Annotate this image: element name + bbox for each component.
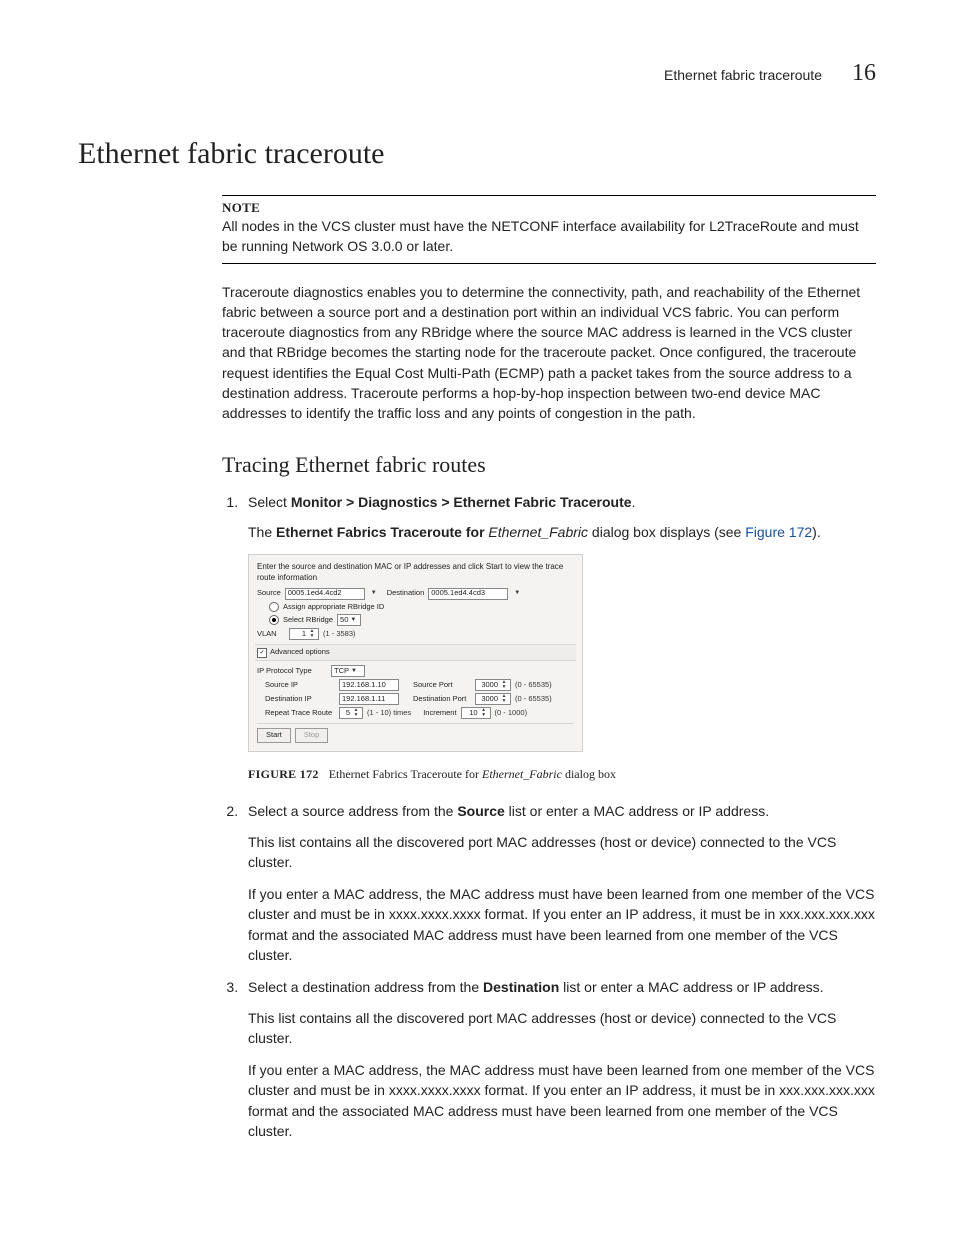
vlan-spinner[interactable]: 1▲▼ xyxy=(289,628,319,640)
step3-p2: If you enter a MAC address, the MAC addr… xyxy=(248,1060,876,1141)
dest-port-label: Destination Port xyxy=(413,694,471,705)
step1-post: . xyxy=(632,494,636,510)
repeat-spinner[interactable]: 5▲▼ xyxy=(339,707,363,719)
source-port-range: (0 - 65535) xyxy=(515,680,552,691)
assign-rbridge-radio[interactable] xyxy=(269,602,279,612)
select-rbridge-combo[interactable]: 50▼ xyxy=(337,614,361,626)
traceroute-dialog: Enter the source and destination MAC or … xyxy=(248,554,583,752)
step1-result: The Ethernet Fabrics Traceroute for Ethe… xyxy=(248,522,876,542)
note-head: NOTE xyxy=(222,200,876,216)
dest-port-range: (0 - 65535) xyxy=(515,694,552,705)
destination-label: Destination xyxy=(387,588,425,599)
page-content: Ethernet fabric traceroute 16 Ethernet f… xyxy=(0,0,954,1213)
chevron-down-icon[interactable]: ▼ xyxy=(371,589,377,597)
protocol-label: IP Protocol Type xyxy=(257,666,327,677)
step-1: Select Monitor > Diagnostics > Ethernet … xyxy=(242,492,876,784)
vlan-range: (1 - 3583) xyxy=(323,629,356,640)
advanced-label: Advanced options xyxy=(270,647,330,658)
figure-caption: FIGURE 172 Ethernet Fabrics Traceroute f… xyxy=(248,766,876,783)
section-title: Ethernet fabric traceroute xyxy=(78,137,876,171)
chapter-number: 16 xyxy=(852,60,876,87)
stop-button[interactable]: Stop xyxy=(295,728,328,743)
dest-port-spinner[interactable]: 3000▲▼ xyxy=(475,693,511,705)
chevron-down-icon[interactable]: ▼ xyxy=(514,589,520,597)
step1-pre: Select xyxy=(248,494,291,510)
start-button[interactable]: Start xyxy=(257,728,291,743)
figure-xref[interactable]: Figure 172 xyxy=(745,524,812,540)
repeat-label: Repeat Trace Route xyxy=(257,708,335,719)
destination-combo[interactable]: 0005.1ed4.4cd3 xyxy=(428,588,508,600)
running-head: Ethernet fabric traceroute 16 xyxy=(78,60,876,87)
subsection-title: Tracing Ethernet fabric routes xyxy=(222,452,876,478)
dest-ip-input[interactable]: 192.168.1.11 xyxy=(339,693,399,705)
note-body: All nodes in the VCS cluster must have t… xyxy=(222,216,876,257)
running-title: Ethernet fabric traceroute xyxy=(664,67,822,83)
source-ip-input[interactable]: 192.168.1.10 xyxy=(339,679,399,691)
source-label: Source xyxy=(257,588,281,599)
source-combo[interactable]: 0005.1ed4.4cd2 xyxy=(285,588,365,600)
source-port-label: Source Port xyxy=(413,680,471,691)
protocol-combo[interactable]: TCP▼ xyxy=(331,665,365,677)
step2-p2: If you enter a MAC address, the MAC addr… xyxy=(248,884,876,965)
dest-ip-label: Destination IP xyxy=(257,694,335,705)
select-rbridge-label: Select RBridge xyxy=(283,615,333,626)
source-port-spinner[interactable]: 3000▲▼ xyxy=(475,679,511,691)
note-block: NOTE All nodes in the VCS cluster must h… xyxy=(222,195,876,264)
step-2: Select a source address from the Source … xyxy=(242,801,876,965)
step3-p1: This list contains all the discovered po… xyxy=(248,1008,876,1049)
body-column: NOTE All nodes in the VCS cluster must h… xyxy=(222,195,876,1141)
advanced-options-header[interactable]: ✓ Advanced options ︽ xyxy=(255,644,576,661)
select-rbridge-radio[interactable] xyxy=(269,615,279,625)
dialog-instruction: Enter the source and destination MAC or … xyxy=(257,561,574,583)
vlan-label: VLAN xyxy=(257,629,285,640)
advanced-checkbox[interactable]: ✓ xyxy=(257,648,267,658)
steps-list: Select Monitor > Diagnostics > Ethernet … xyxy=(222,492,876,1142)
step-3: Select a destination address from the De… xyxy=(242,977,876,1141)
increment-spinner[interactable]: 10▲▼ xyxy=(461,707,491,719)
repeat-range: (1 - 10) times xyxy=(367,708,411,719)
intro-paragraph: Traceroute diagnostics enables you to de… xyxy=(222,282,876,424)
increment-range: (0 - 1000) xyxy=(495,708,528,719)
increment-label: Increment xyxy=(423,708,456,719)
source-ip-label: Source IP xyxy=(257,680,335,691)
step2-p1: This list contains all the discovered po… xyxy=(248,832,876,873)
assign-rbridge-label: Assign appropriate RBridge ID xyxy=(283,602,384,613)
step1-menu-path: Monitor > Diagnostics > Ethernet Fabric … xyxy=(291,494,632,510)
